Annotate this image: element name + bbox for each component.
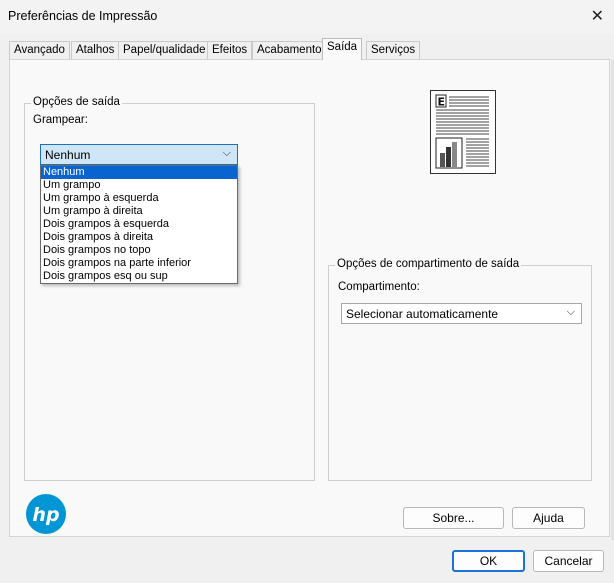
tab-strip: Avançado Atalhos Papel/qualidade Efeitos…: [9, 38, 609, 60]
hp-logo-icon: hp: [26, 494, 66, 534]
bin-options-group: Opções de compartimento de saída: [328, 258, 592, 481]
preview-graphic: E: [435, 94, 489, 169]
staple-dropdown-list: Nenhum Um grampo Um grampo à esquerda Um…: [40, 165, 238, 284]
hp-logo-text: hp: [32, 504, 59, 526]
staple-option-dois-grampos-direita[interactable]: Dois grampos à direita: [41, 231, 237, 244]
staple-combobox[interactable]: Nenhum ⌵: [40, 144, 238, 165]
staple-option-dois-grampos-inferior[interactable]: Dois grampos na parte inferior: [41, 257, 237, 270]
staple-label: Grampear:: [33, 114, 88, 126]
tab-acabamento[interactable]: Acabamento: [252, 41, 327, 60]
cancel-button[interactable]: Cancelar: [533, 550, 604, 572]
bin-combobox[interactable]: Selecionar automaticamente ⌵: [341, 303, 582, 324]
staple-option-nenhum[interactable]: Nenhum: [41, 166, 237, 179]
staple-option-dois-grampos-esquerda[interactable]: Dois grampos à esquerda: [41, 218, 237, 231]
window-title: Preferências de Impressão: [8, 9, 158, 23]
ok-button[interactable]: OK: [452, 550, 525, 572]
help-button[interactable]: Ajuda: [512, 507, 585, 529]
tab-papel-qualidade[interactable]: Papel/qualidade: [118, 41, 211, 60]
staple-option-um-grampo[interactable]: Um grampo: [41, 179, 237, 192]
document-preview-icon: E: [430, 90, 496, 174]
tab-servicos[interactable]: Serviços: [366, 41, 421, 60]
tab-saida[interactable]: Saída: [322, 38, 363, 60]
about-button[interactable]: Sobre...: [403, 507, 504, 529]
bin-label: Compartimento:: [338, 281, 420, 293]
bin-selected-value: Selecionar automaticamente: [346, 307, 499, 321]
preview-letter: E: [438, 96, 446, 109]
staple-option-um-grampo-esquerda[interactable]: Um grampo à esquerda: [41, 192, 237, 205]
bin-options-legend: Opções de compartimento de saída: [335, 258, 522, 270]
chevron-down-icon: ⌵: [222, 147, 231, 159]
staple-option-um-grampo-direita[interactable]: Um grampo à direita: [41, 205, 237, 218]
staple-selected-value: Nenhum: [45, 148, 91, 162]
tab-atalhos[interactable]: Atalhos: [71, 41, 120, 60]
tab-avancado[interactable]: Avançado: [9, 41, 70, 60]
tab-efeitos[interactable]: Efeitos: [207, 41, 253, 60]
title-bar: Preferências de Impressão ✕: [0, 0, 614, 34]
output-options-legend: Opções de saída: [31, 96, 122, 108]
staple-option-dois-grampos-topo[interactable]: Dois grampos no topo: [41, 244, 237, 257]
close-icon[interactable]: ✕: [591, 6, 604, 26]
chevron-down-icon: ⌵: [566, 306, 575, 318]
staple-option-dois-grampos-esq-sup[interactable]: Dois grampos esq ou sup: [41, 270, 237, 283]
